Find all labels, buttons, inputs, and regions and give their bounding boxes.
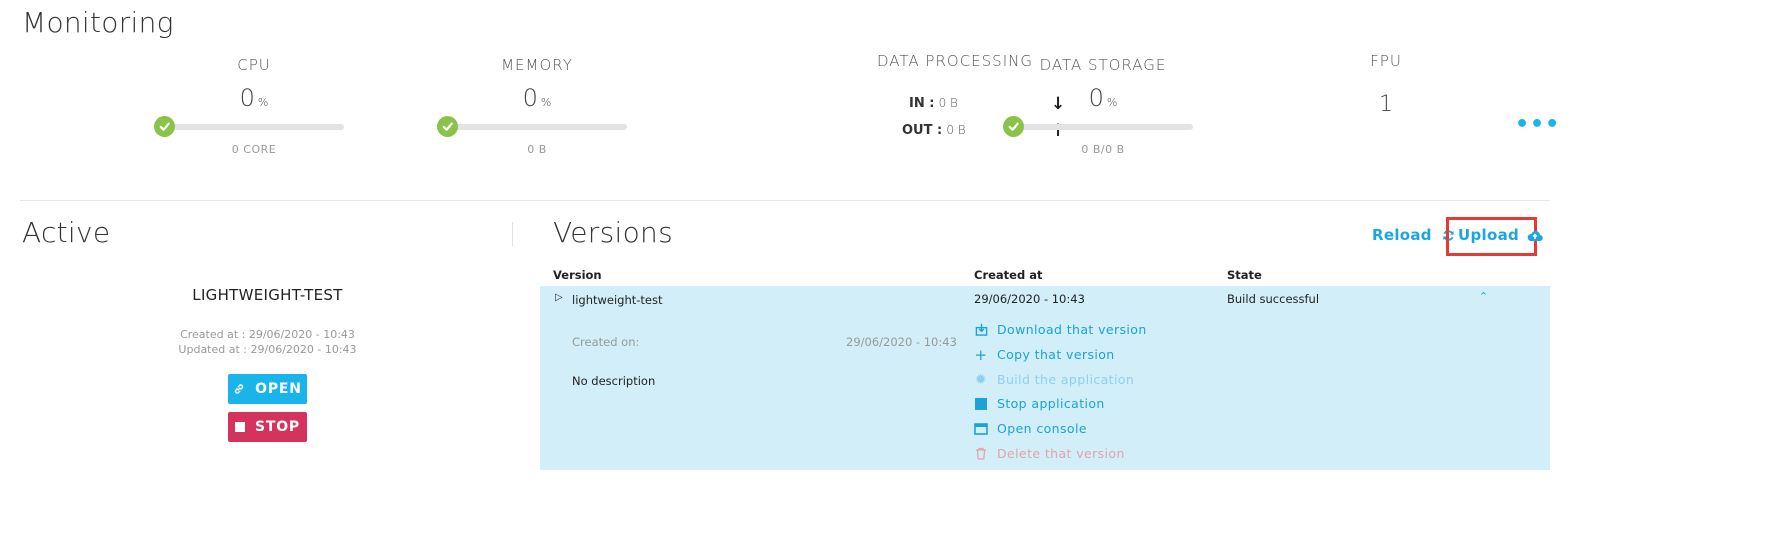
version-name: lightweight-test [572, 293, 663, 307]
stop-application-label: Stop application [997, 396, 1105, 411]
data-out-label: OUT : [902, 123, 943, 138]
data-storage-unit: % [1106, 96, 1118, 109]
cpu-value-wrap: 0% [154, 84, 354, 112]
fpu-value: 1 [1379, 92, 1393, 117]
version-created-at: 29/06/2020 - 10:43 [974, 292, 1085, 306]
link-icon [234, 384, 244, 394]
data-storage-value-wrap: 0% [1003, 84, 1203, 112]
copy-version-label: Copy that version [997, 347, 1115, 362]
console-window-icon [974, 422, 988, 436]
open-button-label: OPEN [255, 381, 302, 397]
delete-version-label: Delete that version [997, 446, 1125, 461]
build-application-label: Build the application [997, 372, 1135, 387]
data-in-value: 0 B [938, 96, 958, 110]
data-storage-bar [1009, 124, 1193, 130]
build-application-action[interactable]: ✹ Build the application [974, 371, 1135, 388]
open-console-label: Open console [997, 421, 1087, 436]
trash-icon [974, 447, 988, 461]
data-in-row: IN : 0 B [909, 96, 958, 111]
cpu-unit: % [257, 96, 269, 109]
memory-bar-row [437, 116, 637, 138]
fpu-label: FPU [1370, 52, 1402, 70]
data-out-value: 0 B [946, 123, 966, 137]
memory-unit: % [540, 96, 552, 109]
reload-button[interactable]: Reload [1372, 226, 1455, 244]
gear-icon: ✹ [974, 371, 988, 388]
download-version-label: Download that version [997, 322, 1147, 337]
column-divider [512, 222, 513, 246]
delete-version-action[interactable]: Delete that version [974, 446, 1125, 461]
section-divider [20, 200, 1550, 201]
memory-sub: 0 B [527, 143, 547, 156]
download-icon [974, 323, 988, 337]
memory-value: 0 [522, 84, 538, 112]
active-title: Active [22, 216, 111, 249]
column-header-created-at[interactable]: Created at [974, 268, 1042, 282]
open-console-action[interactable]: Open console [974, 421, 1087, 436]
versions-title: Versions [553, 216, 673, 249]
cpu-bar [160, 124, 344, 130]
memory-label: MEMORY [501, 56, 573, 74]
cloud-upload-icon [1527, 230, 1543, 241]
monitoring-title: Monitoring [22, 6, 174, 39]
cpu-sub: 0 CORE [231, 143, 277, 156]
column-header-state[interactable]: State [1227, 268, 1262, 282]
cpu-widget: CPU 0% 0 CORE [154, 56, 354, 156]
data-storage-sub: 0 B/0 B [1081, 143, 1125, 156]
check-icon [154, 116, 175, 137]
cpu-bar-row [154, 116, 354, 138]
expand-triangle-icon[interactable]: ▷ [555, 292, 563, 303]
plus-icon: + [974, 345, 988, 364]
cpu-value: 0 [239, 84, 255, 112]
data-storage-widget: DATA STORAGE 0% 0 B/0 B [1003, 56, 1203, 156]
data-storage-label: DATA STORAGE [1039, 56, 1167, 74]
stop-square-icon [235, 422, 245, 432]
version-state: Build successful [1227, 292, 1320, 306]
more-options-button[interactable]: ••• [1515, 112, 1560, 137]
column-header-version[interactable]: Version [553, 268, 602, 282]
reload-label: Reload [1372, 226, 1432, 244]
data-storage-value: 0 [1088, 84, 1104, 112]
version-description: No description [572, 374, 656, 388]
active-app-name: LIGHTWEIGHT-TEST [192, 286, 343, 304]
stop-square-icon [974, 397, 988, 411]
upload-button[interactable]: Upload [1458, 226, 1543, 244]
created-on-label: Created on: [572, 335, 640, 349]
data-storage-bar-row [1003, 116, 1203, 138]
stop-button-label: STOP [255, 419, 300, 435]
collapse-chevron-icon[interactable]: ⌃ [1479, 290, 1488, 303]
memory-value-wrap: 0% [437, 84, 637, 112]
stop-button[interactable]: STOP [228, 412, 307, 442]
stop-application-action[interactable]: Stop application [974, 396, 1105, 411]
created-on-value: 29/06/2020 - 10:43 [846, 335, 957, 349]
data-in-label: IN : [909, 96, 935, 111]
memory-bar [443, 124, 627, 130]
memory-widget: MEMORY 0% 0 B [437, 56, 637, 156]
fpu-widget: FPU 1 [1346, 52, 1426, 117]
check-icon [1003, 116, 1024, 137]
open-button[interactable]: OPEN [228, 374, 307, 404]
active-created: Created at : 29/06/2020 - 10:43 [180, 328, 355, 341]
active-app-card: LIGHTWEIGHT-TEST Created at : 29/06/2020… [130, 286, 405, 356]
active-updated: Updated at : 29/06/2020 - 10:43 [178, 343, 357, 356]
cpu-label: CPU [237, 56, 271, 74]
copy-version-action[interactable]: + Copy that version [974, 345, 1115, 364]
upload-label: Upload [1458, 226, 1520, 244]
data-out-row: OUT : 0 B [902, 123, 966, 138]
check-icon [437, 116, 458, 137]
download-version-action[interactable]: Download that version [974, 322, 1147, 337]
